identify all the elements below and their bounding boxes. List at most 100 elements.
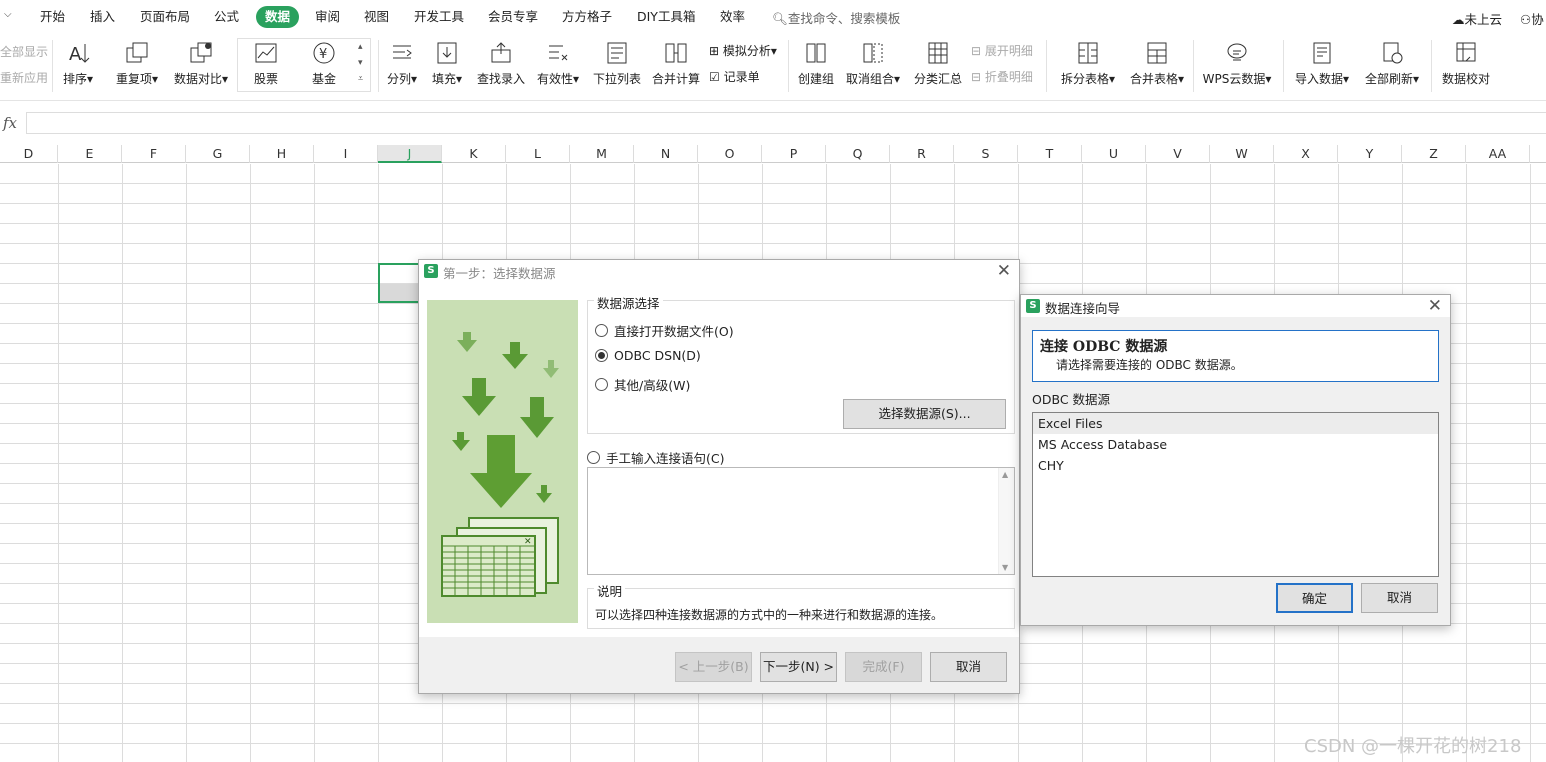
show-all-button[interactable]: 全部显示 — [0, 43, 48, 60]
next-step-button[interactable]: 下一步(N) > — [760, 652, 837, 682]
wps-cloud-data-button[interactable]: WPS云数据▾ — [1200, 40, 1274, 87]
column-header[interactable]: D — [0, 145, 58, 163]
gallery-more-icon[interactable]: ⩡ — [358, 74, 363, 84]
column-header[interactable]: M — [570, 145, 634, 163]
finish-button[interactable]: 完成(F) — [845, 652, 922, 682]
column-header[interactable]: F — [122, 145, 186, 163]
scroll-up-icon[interactable]: ▲ — [1002, 470, 1008, 479]
close-icon[interactable]: ✕ — [997, 261, 1011, 281]
tab-data[interactable]: 数据 — [256, 6, 300, 28]
column-header[interactable]: Z — [1402, 145, 1466, 163]
column-header[interactable]: Q — [826, 145, 890, 163]
list-item[interactable]: CHY — [1033, 455, 1438, 476]
column-header[interactable]: P — [762, 145, 826, 163]
ok-button[interactable]: 确定 — [1276, 583, 1353, 613]
tab-review[interactable]: 审阅 — [306, 6, 349, 28]
column-header[interactable]: AA — [1466, 145, 1530, 163]
fund-button[interactable]: ¥ 基金 — [304, 40, 344, 87]
simulate-analysis-button[interactable]: ⊞ 模拟分析▾ — [709, 42, 777, 59]
column-header[interactable]: G — [186, 145, 250, 163]
tab-page-layout[interactable]: 页面布局 — [131, 6, 199, 28]
split-column-button[interactable]: 分列▾ — [384, 40, 420, 87]
compare-button[interactable]: 数据对比▾ — [172, 40, 230, 87]
lookup-entry-button[interactable]: 查找录入 — [475, 40, 527, 87]
select-source-button[interactable]: 选择数据源(S)... — [843, 399, 1006, 429]
column-header[interactable]: T — [1018, 145, 1082, 163]
wizard-cancel-button[interactable]: 取消 — [930, 652, 1007, 682]
create-group-button[interactable]: 创建组 — [795, 40, 837, 87]
connection-string-textarea[interactable]: ▲ ▼ — [587, 467, 1015, 575]
list-item[interactable]: MS Access Database — [1033, 434, 1438, 455]
reapply-button[interactable]: 重新应用 — [0, 69, 48, 86]
scroll-down-icon[interactable]: ▼ — [1002, 563, 1008, 572]
column-header[interactable]: R — [890, 145, 954, 163]
close-icon[interactable]: ✕ — [1428, 296, 1442, 316]
collapse-detail-button[interactable]: ⊟ 折叠明细 — [971, 68, 1033, 85]
data-verify-button[interactable]: 数据校对 — [1440, 40, 1492, 87]
column-header[interactable]: U — [1082, 145, 1146, 163]
gallery-up-icon[interactable]: ▴ — [358, 42, 363, 52]
tab-developer[interactable]: 开发工具 — [405, 6, 473, 28]
tab-view[interactable]: 视图 — [355, 6, 398, 28]
list-item[interactable]: Excel Files — [1033, 413, 1438, 434]
option-odbc-dsn[interactable]: ODBC DSN(D) — [595, 348, 701, 363]
dropdown-list-icon — [607, 42, 627, 64]
source-group-label: 数据源选择 — [594, 293, 663, 312]
cloud-data-icon — [1227, 43, 1247, 61]
merge-table-button[interactable]: 合并表格▾ — [1127, 40, 1187, 87]
collab-button[interactable]: ⚇协 — [1520, 9, 1544, 28]
odbc-source-list[interactable]: Excel Files MS Access Database CHY — [1032, 412, 1439, 577]
refresh-all-button[interactable]: 全部刷新▾ — [1362, 40, 1422, 87]
expand-detail-button[interactable]: ⊟ 展开明细 — [971, 42, 1033, 59]
formula-input[interactable] — [26, 112, 1546, 134]
column-header[interactable]: S — [954, 145, 1018, 163]
menu-collapse-icon[interactable]: ⌵ — [4, 9, 12, 20]
validity-button[interactable]: 有效性▾ — [535, 40, 581, 87]
cloud-status[interactable]: ☁未上云 — [1452, 9, 1502, 28]
fill-down-icon — [437, 42, 457, 64]
column-header[interactable]: E — [58, 145, 122, 163]
import-data-button[interactable]: 导入数据▾ — [1292, 40, 1352, 87]
duplicates-button[interactable]: 重复项▾ — [112, 40, 162, 87]
option-manual-connection[interactable]: 手工输入连接语句(C) — [587, 448, 724, 467]
column-header[interactable]: L — [506, 145, 570, 163]
ungroup-button[interactable]: 取消组合▾ — [845, 40, 901, 87]
sort-button[interactable]: A 排序▾ — [58, 40, 98, 87]
record-form-button[interactable]: ☑ 记录单 — [709, 68, 760, 85]
column-header[interactable]: I — [314, 145, 378, 163]
column-header[interactable]: X — [1274, 145, 1338, 163]
tab-fangfang[interactable]: 方方格子 — [553, 6, 621, 28]
refresh-icon — [1383, 42, 1403, 64]
stock-chart-icon — [255, 43, 277, 63]
gallery-down-icon[interactable]: ▾ — [358, 58, 363, 68]
create-group-icon — [806, 43, 826, 63]
tab-efficiency[interactable]: 效率 — [711, 6, 754, 28]
subtotal-button[interactable]: 分类汇总 — [913, 40, 963, 87]
fill-button[interactable]: 填充▾ — [429, 40, 465, 87]
option-open-file[interactable]: 直接打开数据文件(O) — [595, 321, 734, 340]
tab-home[interactable]: 开始 — [31, 6, 74, 28]
column-header[interactable]: W — [1210, 145, 1274, 163]
command-search[interactable]: 🔍︎查找命令、搜索模板 — [772, 8, 900, 27]
tab-member[interactable]: 会员专享 — [479, 6, 547, 28]
split-column-icon — [393, 45, 412, 59]
textarea-scrollbar[interactable]: ▲ ▼ — [998, 468, 1014, 574]
column-header[interactable]: Y — [1338, 145, 1402, 163]
option-advanced[interactable]: 其他/高级(W) — [595, 375, 690, 394]
column-header[interactable]: V — [1146, 145, 1210, 163]
column-header[interactable]: J — [378, 145, 442, 163]
column-header[interactable]: N — [634, 145, 698, 163]
split-table-button[interactable]: 拆分表格▾ — [1058, 40, 1118, 87]
stock-button[interactable]: 股票 — [246, 40, 286, 87]
tab-diy-toolbox[interactable]: DIY工具箱 — [628, 6, 704, 28]
odbc-cancel-button[interactable]: 取消 — [1361, 583, 1438, 613]
column-header[interactable]: H — [250, 145, 314, 163]
tab-insert[interactable]: 插入 — [81, 6, 124, 28]
fx-icon[interactable]: fx — [3, 114, 17, 132]
merge-calc-button[interactable]: 合并计算 — [651, 40, 701, 87]
column-header[interactable]: K — [442, 145, 506, 163]
prev-step-button[interactable]: < 上一步(B) — [675, 652, 752, 682]
column-header[interactable]: O — [698, 145, 762, 163]
tab-formula[interactable]: 公式 — [205, 6, 248, 28]
dropdown-list-button[interactable]: 下拉列表 — [592, 40, 642, 87]
